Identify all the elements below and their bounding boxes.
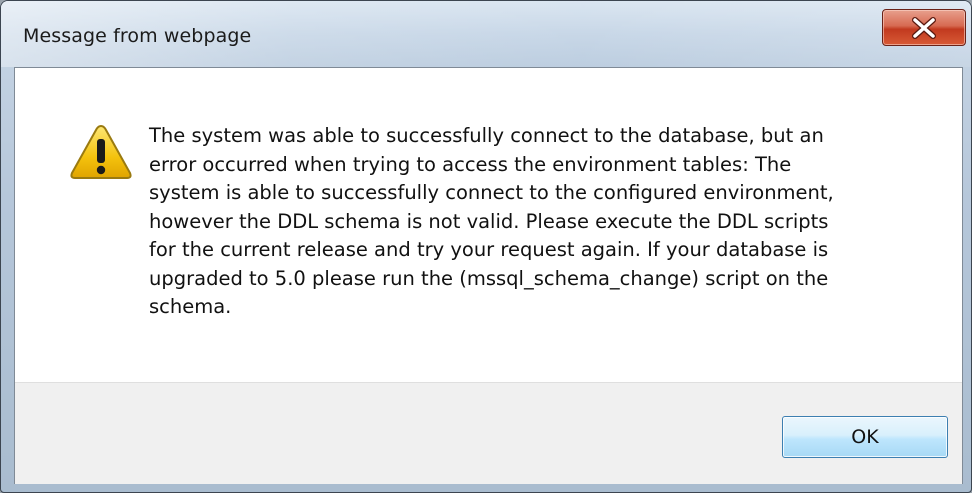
dialog-body: The system was able to successfully conn… [14, 67, 963, 484]
dialog-title: Message from webpage [23, 25, 252, 47]
message-line: upgraded to 5.0 please run the (mssql_sc… [149, 266, 829, 290]
message-line: schema. [149, 295, 232, 318]
button-bar: OK [15, 382, 962, 484]
message-line: system is able to successfully connect t… [149, 181, 834, 204]
message-line: The system was able to successfully conn… [149, 124, 824, 147]
message-line: error occurred when trying to access the… [149, 152, 792, 176]
warning-icon [70, 125, 132, 179]
close-button[interactable] [882, 9, 966, 46]
message-dialog: Message from webpage The system was able… [0, 0, 972, 493]
close-icon [912, 16, 936, 39]
title-bar[interactable]: Message from webpage [1, 1, 971, 67]
ok-button[interactable]: OK [782, 416, 948, 458]
message-line: for the current release and try your req… [149, 238, 829, 261]
message-line: however the DDL schema is not valid. Ple… [149, 209, 829, 233]
message-text: The system was able to successfully conn… [149, 122, 939, 322]
